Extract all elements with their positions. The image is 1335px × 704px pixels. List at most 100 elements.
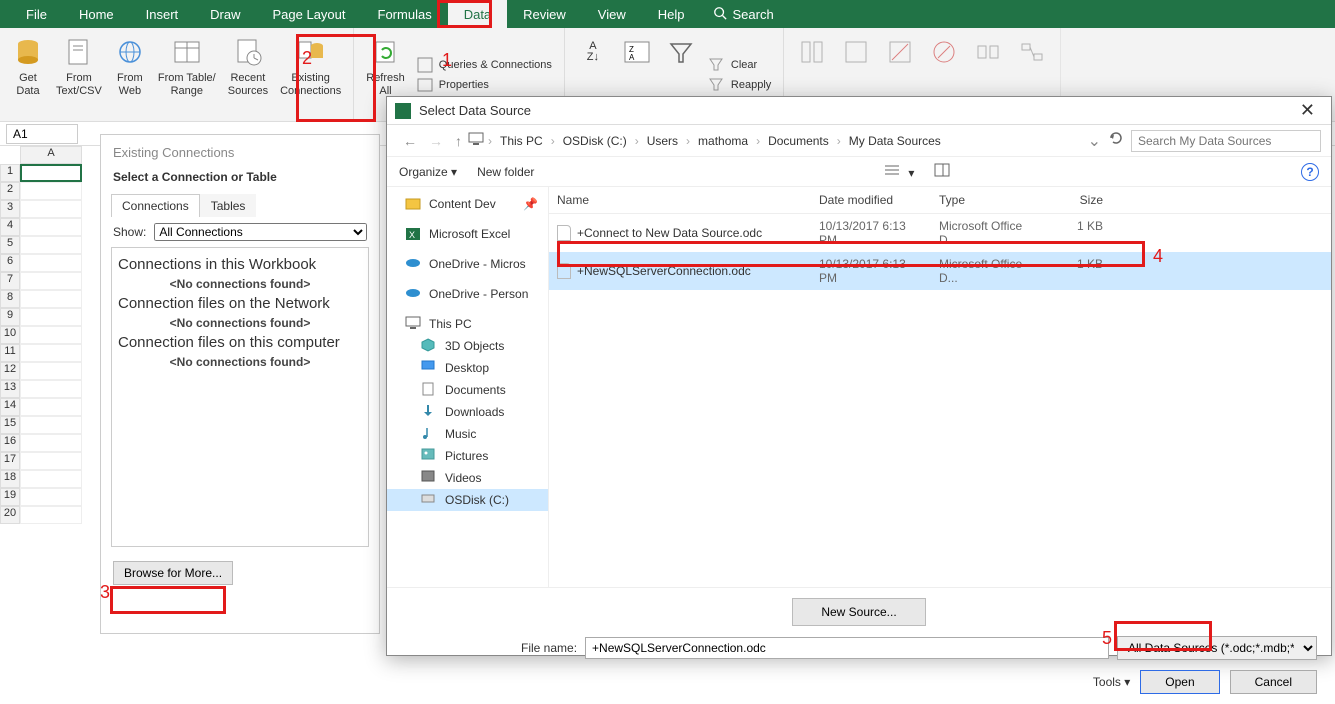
cell-a18[interactable] — [20, 470, 82, 488]
row-header-1[interactable]: 1 — [0, 164, 20, 182]
cell-a20[interactable] — [20, 506, 82, 524]
new-folder-button[interactable]: New folder — [477, 165, 534, 179]
menu-draw[interactable]: Draw — [194, 0, 256, 28]
new-source-button[interactable]: New Source... — [792, 598, 925, 626]
menu-formulas[interactable]: Formulas — [362, 0, 448, 28]
row-header-17[interactable]: 17 — [0, 452, 20, 470]
cell-a17[interactable] — [20, 452, 82, 470]
row-header-3[interactable]: 3 — [0, 200, 20, 218]
row-header-20[interactable]: 20 — [0, 506, 20, 524]
column-header-type[interactable]: Type — [931, 187, 1051, 213]
menu-help[interactable]: Help — [642, 0, 701, 28]
help-icon[interactable]: ? — [1301, 163, 1319, 181]
row-header-18[interactable]: 18 — [0, 470, 20, 488]
menu-data[interactable]: Data — [448, 0, 507, 28]
nav-forward-button[interactable]: → — [423, 133, 449, 149]
filename-input[interactable] — [585, 637, 1109, 659]
row-header-6[interactable]: 6 — [0, 254, 20, 272]
row-header-15[interactable]: 15 — [0, 416, 20, 434]
menu-file[interactable]: File — [10, 0, 63, 28]
dialog-search-input[interactable] — [1131, 130, 1321, 152]
cancel-button[interactable]: Cancel — [1230, 670, 1317, 694]
tree-videos[interactable]: Videos — [387, 467, 548, 489]
row-header-8[interactable]: 8 — [0, 290, 20, 308]
cell-a10[interactable] — [20, 326, 82, 344]
nav-up-button[interactable]: ↑ — [449, 133, 468, 149]
menu-view[interactable]: View — [582, 0, 642, 28]
cell-a1[interactable] — [20, 164, 82, 182]
crumb-users[interactable]: Users — [643, 132, 682, 150]
cell-a4[interactable] — [20, 218, 82, 236]
crumb-dropdown-icon[interactable]: ⌄ — [1088, 131, 1101, 151]
row-header-5[interactable]: 5 — [0, 236, 20, 254]
cell-a11[interactable] — [20, 344, 82, 362]
ec-tab-tables[interactable]: Tables — [200, 194, 257, 217]
row-header-11[interactable]: 11 — [0, 344, 20, 362]
nav-back-button[interactable]: ← — [397, 133, 423, 149]
cell-a16[interactable] — [20, 434, 82, 452]
queries-connections-button[interactable]: Queries & Connections — [411, 55, 558, 75]
from-web-button[interactable]: From Web — [108, 32, 152, 117]
crumb-this-pc[interactable]: This PC — [496, 132, 547, 150]
cell-a2[interactable] — [20, 182, 82, 200]
crumb-mathoma[interactable]: mathoma — [694, 132, 752, 150]
open-button[interactable]: Open — [1140, 670, 1219, 694]
menu-page-layout[interactable]: Page Layout — [257, 0, 362, 28]
tree-onedrive-person[interactable]: OneDrive - Person — [387, 283, 548, 305]
column-header-size[interactable]: Size — [1051, 187, 1111, 213]
clear-button[interactable]: Clear — [703, 55, 777, 75]
tree-documents[interactable]: Documents — [387, 379, 548, 401]
row-header-16[interactable]: 16 — [0, 434, 20, 452]
tools-dropdown[interactable]: Tools ▾ — [1093, 675, 1130, 689]
tree-music[interactable]: Music — [387, 423, 548, 445]
tree-desktop[interactable]: Desktop — [387, 357, 548, 379]
reapply-button[interactable]: Reapply — [703, 75, 777, 95]
organize-button[interactable]: Organize ▾ — [399, 165, 457, 179]
column-header-date[interactable]: Date modified — [811, 187, 931, 213]
tree-this-pc[interactable]: This PC — [387, 313, 548, 335]
menu-home[interactable]: Home — [63, 0, 130, 28]
properties-button[interactable]: Properties — [411, 75, 558, 95]
cell-a6[interactable] — [20, 254, 82, 272]
file-filter-select[interactable]: All Data Sources (*.odc;*.mdb;* — [1117, 636, 1317, 660]
row-header-13[interactable]: 13 — [0, 380, 20, 398]
tree-3d-objects[interactable]: 3D Objects — [387, 335, 548, 357]
crumb-my-data-sources[interactable]: My Data Sources — [845, 132, 945, 150]
close-icon[interactable]: ✕ — [1292, 100, 1323, 121]
browse-for-more-button[interactable]: Browse for More... — [113, 561, 233, 585]
existing-connections-button[interactable]: Existing Connections — [274, 32, 347, 117]
refresh-folder-icon[interactable] — [1109, 131, 1123, 150]
tree-osdisk[interactable]: OSDisk (C:) — [387, 489, 548, 511]
crumb-osdisk[interactable]: OSDisk (C:) — [559, 132, 631, 150]
preview-pane-icon[interactable] — [934, 163, 950, 180]
crumb-documents[interactable]: Documents — [764, 132, 833, 150]
name-box[interactable] — [6, 124, 78, 144]
cell-a12[interactable] — [20, 362, 82, 380]
col-header-a[interactable]: A — [20, 146, 82, 164]
file-row[interactable]: +Connect to New Data Source.odc 10/13/20… — [549, 214, 1331, 252]
file-row[interactable]: +NewSQLServerConnection.odc 10/13/2017 6… — [549, 252, 1331, 290]
cell-a9[interactable] — [20, 308, 82, 326]
cell-a13[interactable] — [20, 380, 82, 398]
cell-a14[interactable] — [20, 398, 82, 416]
menu-insert[interactable]: Insert — [130, 0, 195, 28]
menu-search[interactable]: Search — [701, 6, 786, 23]
recent-sources-button[interactable]: Recent Sources — [222, 32, 274, 117]
ec-show-select[interactable]: All Connections — [154, 223, 367, 241]
tree-excel[interactable]: XMicrosoft Excel — [387, 223, 548, 245]
tree-onedrive-micros[interactable]: OneDrive - Micros — [387, 253, 548, 275]
row-header-7[interactable]: 7 — [0, 272, 20, 290]
row-header-19[interactable]: 19 — [0, 488, 20, 506]
view-options-icon[interactable]: ▾ — [885, 163, 914, 180]
row-header-4[interactable]: 4 — [0, 218, 20, 236]
get-data-button[interactable]: Get Data — [6, 32, 50, 117]
cell-a3[interactable] — [20, 200, 82, 218]
cell-a5[interactable] — [20, 236, 82, 254]
row-header-14[interactable]: 14 — [0, 398, 20, 416]
tree-pictures[interactable]: Pictures — [387, 445, 548, 467]
row-header-12[interactable]: 12 — [0, 362, 20, 380]
row-header-10[interactable]: 10 — [0, 326, 20, 344]
cell-a19[interactable] — [20, 488, 82, 506]
tree-content-dev[interactable]: Content Dev📌 — [387, 193, 548, 215]
row-header-2[interactable]: 2 — [0, 182, 20, 200]
